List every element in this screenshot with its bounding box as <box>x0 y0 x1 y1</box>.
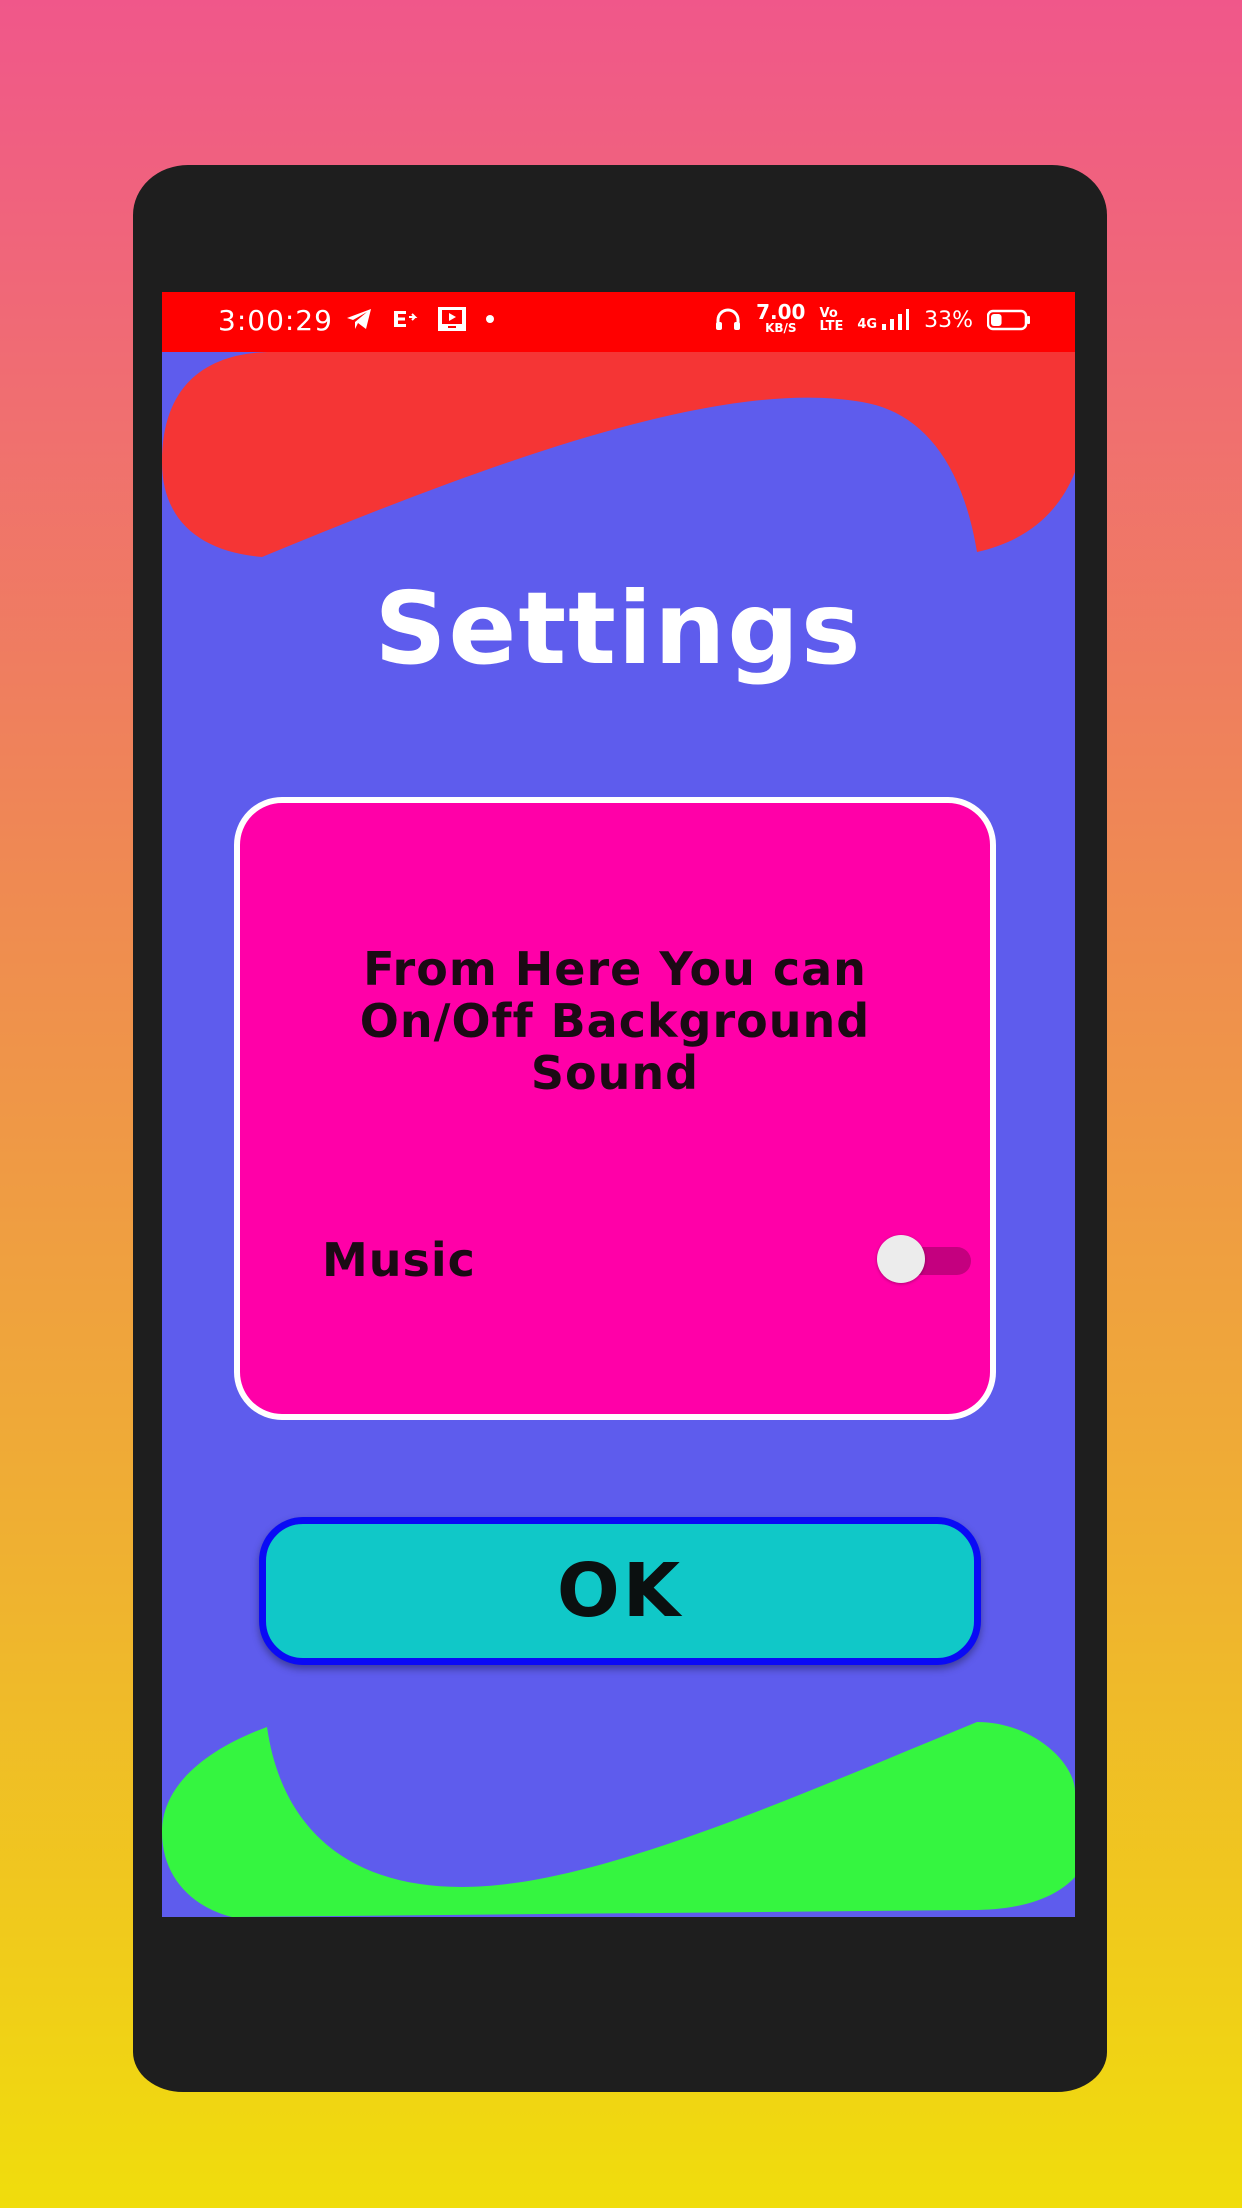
more-notifications-dot-icon <box>486 315 494 323</box>
status-time: 3:00:29 <box>218 304 333 337</box>
settings-card: From Here You can On/Off Background Soun… <box>234 797 996 1420</box>
top-decor-blob <box>162 352 1075 557</box>
music-label: Music <box>322 1233 476 1287</box>
speed-unit: KB/S <box>765 321 797 335</box>
speed-value: 7.00 <box>756 300 806 324</box>
ok-button[interactable]: OK <box>259 1517 981 1665</box>
music-toggle[interactable] <box>877 1233 973 1285</box>
headphones-icon <box>716 308 741 330</box>
e-notification-icon <box>394 311 418 327</box>
page-title: Settings <box>374 570 863 687</box>
card-description: From Here You can On/Off Background Soun… <box>359 942 871 1100</box>
battery-percent: 33% <box>924 307 973 333</box>
notification-icons <box>345 306 495 332</box>
network-type: 4G <box>857 317 878 332</box>
signal-indicator: 4G <box>857 308 910 332</box>
toggle-thumb <box>877 1235 925 1283</box>
volte-bottom: LTE <box>819 319 844 334</box>
video-notification-icon <box>438 307 466 331</box>
bottom-decor-blob <box>162 1722 1075 1917</box>
system-icons: 7.00 KB/S Vo LTE 4G 33% <box>714 300 1031 336</box>
signal-bars-icon <box>882 309 910 330</box>
volte-indicator: Vo LTE <box>819 307 843 333</box>
battery-icon <box>987 309 1030 331</box>
telegram-icon <box>347 309 371 329</box>
status-bar: 3:00:29 7.00 KB/S Vo LTE 4G 33% <box>162 292 1075 352</box>
app-screen: 3:00:29 7.00 KB/S Vo LTE 4G 33% Settings… <box>162 292 1075 1917</box>
network-speed: 7.00 KB/S <box>756 300 806 336</box>
